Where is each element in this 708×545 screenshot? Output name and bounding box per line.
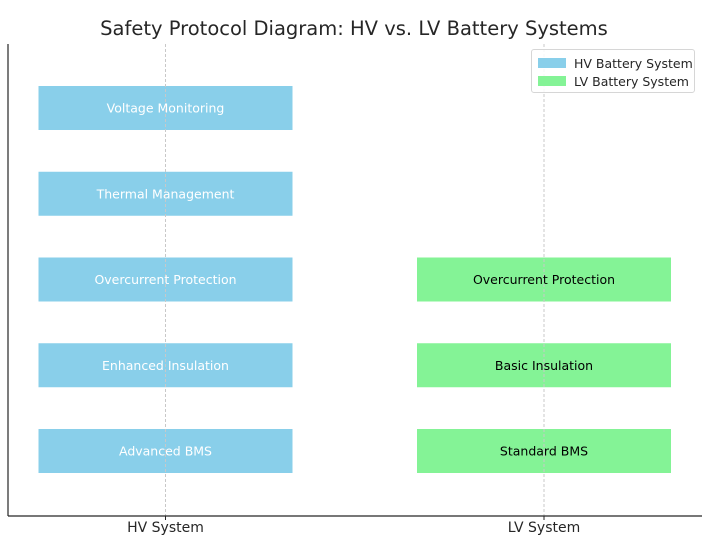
legend-label-lv: LV Battery System <box>574 73 689 89</box>
bar-label-lv-1: Basic Insulation <box>495 358 593 373</box>
bar-label-lv-2: Standard BMS <box>500 444 588 459</box>
legend-swatch-hv <box>538 58 566 68</box>
bar-label-hv-1: Thermal Management <box>96 186 235 201</box>
legend-swatch-lv <box>538 76 566 86</box>
legend: HV Battery System LV Battery System <box>531 49 695 93</box>
bar-label-hv-3: Enhanced Insulation <box>102 358 229 373</box>
bar-label-hv-0: Voltage Monitoring <box>107 101 225 116</box>
bar-label-hv-2: Overcurrent Protection <box>94 272 236 287</box>
bar-label-hv-4: Advanced BMS <box>119 444 212 459</box>
legend-item-lv: LV Battery System <box>538 73 689 89</box>
legend-item-hv: HV Battery System <box>538 55 693 71</box>
x-tick-label-1: LV System <box>508 520 581 536</box>
legend-label-hv: HV Battery System <box>574 55 693 71</box>
bar-label-lv-0: Overcurrent Protection <box>473 272 615 287</box>
x-tick-label-0: HV System <box>127 520 204 536</box>
